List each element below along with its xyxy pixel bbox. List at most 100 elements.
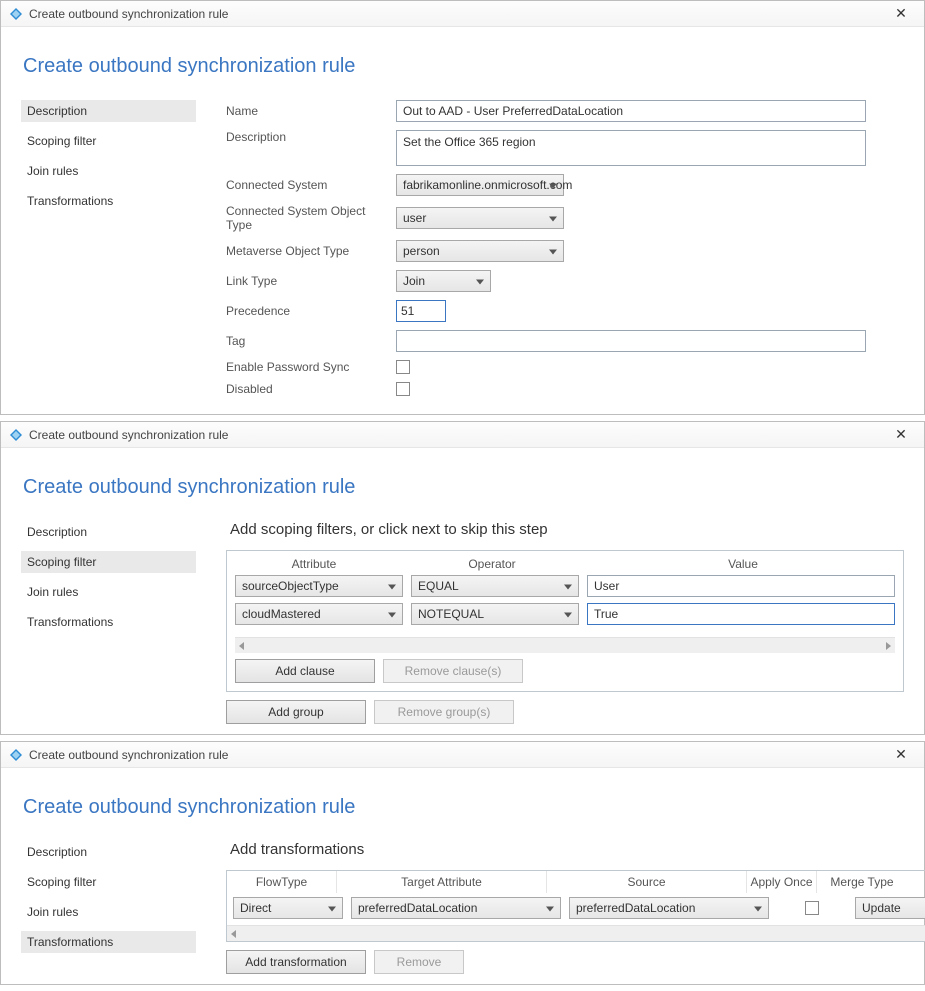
titlebar: Create outbound synchronization rule ✕ bbox=[1, 1, 924, 27]
label-tag: Tag bbox=[226, 334, 386, 348]
nav-description[interactable]: Description bbox=[21, 100, 196, 122]
transformation-row: Direct preferredDataLocation preferredDa… bbox=[227, 893, 925, 923]
horizontal-scrollbar[interactable] bbox=[235, 637, 895, 653]
add-clause-button[interactable]: Add clause bbox=[235, 659, 375, 683]
close-button[interactable]: ✕ bbox=[886, 746, 916, 763]
flowtype-select[interactable]: Direct bbox=[233, 897, 343, 919]
label-description: Description bbox=[226, 130, 386, 144]
nav-scoping[interactable]: Scoping filter bbox=[21, 871, 196, 893]
select-cs-obj-type-value: user bbox=[403, 211, 426, 225]
filter-attribute-value: sourceObjectType bbox=[242, 579, 339, 593]
scoping-subheading: Add scoping filters, or click next to sk… bbox=[230, 521, 904, 538]
label-mv-obj-type: Metaverse Object Type bbox=[226, 244, 386, 258]
select-link-type-value: Join bbox=[403, 274, 425, 288]
filter-row: sourceObjectType EQUAL bbox=[235, 575, 895, 597]
window-title: Create outbound synchronization rule bbox=[29, 7, 228, 21]
filter-operator-value: EQUAL bbox=[418, 579, 459, 593]
input-description[interactable]: Set the Office 365 region bbox=[396, 130, 866, 166]
close-button[interactable]: ✕ bbox=[886, 426, 916, 443]
label-precedence: Precedence bbox=[226, 304, 386, 318]
label-link-type: Link Type bbox=[226, 274, 386, 288]
nav-description[interactable]: Description bbox=[21, 521, 196, 543]
remove-clause-button[interactable]: Remove clause(s) bbox=[383, 659, 523, 683]
select-cs-obj-type[interactable]: user bbox=[396, 207, 564, 229]
app-icon bbox=[9, 748, 23, 762]
filter-row: cloudMastered NOTEQUAL bbox=[235, 603, 895, 625]
select-mv-obj-type[interactable]: person bbox=[396, 240, 564, 262]
nav-scoping[interactable]: Scoping filter bbox=[21, 130, 196, 152]
titlebar: Create outbound synchronization rule ✕ bbox=[1, 742, 924, 768]
page-heading: Create outbound synchronization rule bbox=[23, 55, 904, 78]
horizontal-scrollbar[interactable] bbox=[227, 925, 925, 941]
window-description: Create outbound synchronization rule ✕ C… bbox=[0, 0, 925, 415]
col-source: Source bbox=[547, 871, 747, 893]
checkbox-disabled[interactable] bbox=[396, 382, 410, 396]
window-title: Create outbound synchronization rule bbox=[29, 748, 228, 762]
window-scoping: Create outbound synchronization rule ✕ C… bbox=[0, 421, 925, 735]
window-transformations: Create outbound synchronization rule ✕ C… bbox=[0, 741, 925, 985]
merge-type-value: Update bbox=[862, 901, 901, 915]
label-connected-system: Connected System bbox=[226, 178, 386, 192]
col-applyonce: Apply Once bbox=[747, 871, 817, 893]
filter-attribute-select[interactable]: sourceObjectType bbox=[235, 575, 403, 597]
col-target: Target Attribute bbox=[337, 871, 547, 893]
nav-transformations[interactable]: Transformations bbox=[21, 931, 196, 953]
select-connected-system-value: fabrikamonline.onmicrosoft.com bbox=[403, 178, 572, 192]
step-nav: Description Scoping filter Join rules Tr… bbox=[21, 100, 196, 404]
app-icon bbox=[9, 7, 23, 21]
col-flowtype: FlowType bbox=[227, 871, 337, 893]
add-transformation-button[interactable]: Add transformation bbox=[226, 950, 366, 974]
input-precedence[interactable] bbox=[396, 300, 446, 322]
label-cs-obj-type: Connected System Object Type bbox=[226, 204, 386, 232]
filter-operator-select[interactable]: EQUAL bbox=[411, 575, 579, 597]
target-attr-value: preferredDataLocation bbox=[358, 901, 477, 915]
select-connected-system[interactable]: fabrikamonline.onmicrosoft.com bbox=[396, 174, 564, 196]
label-name: Name bbox=[226, 104, 386, 118]
filter-operator-select[interactable]: NOTEQUAL bbox=[411, 603, 579, 625]
filter-operator-value: NOTEQUAL bbox=[418, 607, 484, 621]
col-operator: Operator bbox=[407, 557, 577, 571]
checkbox-enable-pwd[interactable] bbox=[396, 360, 410, 374]
select-mv-obj-type-value: person bbox=[403, 244, 440, 258]
input-tag[interactable] bbox=[396, 330, 866, 352]
col-value: Value bbox=[585, 557, 901, 571]
applyonce-checkbox[interactable] bbox=[805, 901, 819, 915]
scoping-area: Add scoping filters, or click next to sk… bbox=[226, 521, 904, 724]
nav-transformations[interactable]: Transformations bbox=[21, 611, 196, 633]
transformations-grid: FlowType Target Attribute Source Apply O… bbox=[226, 870, 925, 942]
page-heading: Create outbound synchronization rule bbox=[23, 796, 904, 819]
source-select[interactable]: preferredDataLocation bbox=[569, 897, 769, 919]
target-attr-select[interactable]: preferredDataLocation bbox=[351, 897, 561, 919]
filter-value-input[interactable] bbox=[587, 575, 895, 597]
transformations-area: Add transformations FlowType Target Attr… bbox=[226, 841, 925, 974]
remove-group-button[interactable]: Remove group(s) bbox=[374, 700, 514, 724]
nav-description[interactable]: Description bbox=[21, 841, 196, 863]
add-group-button[interactable]: Add group bbox=[226, 700, 366, 724]
select-link-type[interactable]: Join bbox=[396, 270, 491, 292]
scoping-panel: Attribute Operator Value sourceObjectTyp… bbox=[226, 550, 904, 692]
input-name[interactable] bbox=[396, 100, 866, 122]
window-title: Create outbound synchronization rule bbox=[29, 428, 228, 442]
nav-scoping[interactable]: Scoping filter bbox=[21, 551, 196, 573]
app-icon bbox=[9, 428, 23, 442]
nav-join[interactable]: Join rules bbox=[21, 901, 196, 923]
step-nav: Description Scoping filter Join rules Tr… bbox=[21, 521, 196, 724]
label-enable-pwd: Enable Password Sync bbox=[226, 360, 386, 374]
nav-transformations[interactable]: Transformations bbox=[21, 190, 196, 212]
nav-join[interactable]: Join rules bbox=[21, 160, 196, 182]
source-value: preferredDataLocation bbox=[576, 901, 695, 915]
flowtype-value: Direct bbox=[240, 901, 271, 915]
nav-join[interactable]: Join rules bbox=[21, 581, 196, 603]
titlebar: Create outbound synchronization rule ✕ bbox=[1, 422, 924, 448]
filter-attribute-select[interactable]: cloudMastered bbox=[235, 603, 403, 625]
page-heading: Create outbound synchronization rule bbox=[23, 476, 904, 499]
label-disabled: Disabled bbox=[226, 382, 386, 396]
filter-attribute-value: cloudMastered bbox=[242, 607, 321, 621]
filter-value-input[interactable] bbox=[587, 603, 895, 625]
merge-type-select[interactable]: Update bbox=[855, 897, 925, 919]
description-form: Name Description Set the Office 365 regi… bbox=[226, 100, 904, 404]
col-attribute: Attribute bbox=[229, 557, 399, 571]
transform-subheading: Add transformations bbox=[230, 841, 925, 858]
remove-transformation-button[interactable]: Remove bbox=[374, 950, 464, 974]
close-button[interactable]: ✕ bbox=[886, 5, 916, 22]
